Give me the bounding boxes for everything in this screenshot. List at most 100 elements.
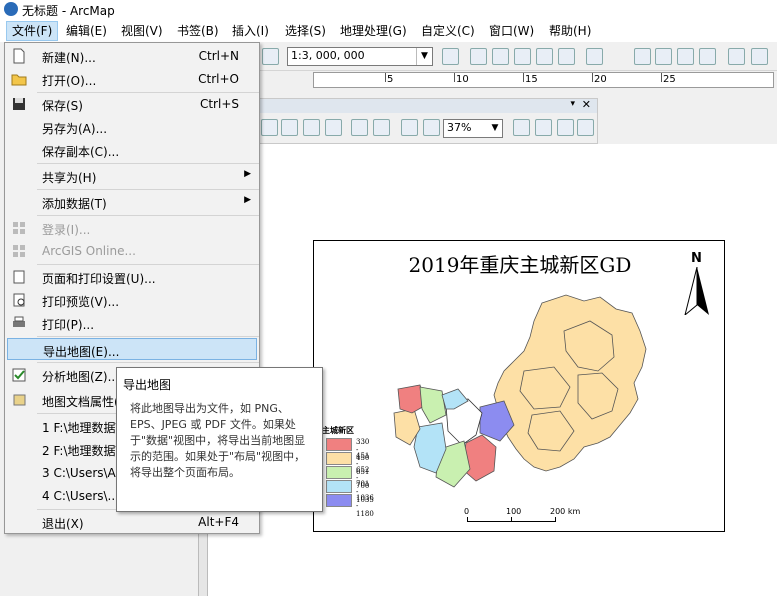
menu-windows[interactable]: 窗口(W) (484, 22, 539, 40)
menu-item-page-setup[interactable]: 页面和打印设置(U)... (7, 266, 257, 288)
map-legend[interactable]: 主城新区 330 - 450 451 - 651 652 - 700 701 -… (322, 425, 374, 518)
legend-label: 1036 - 1180 (356, 494, 374, 518)
menu-item-add-data[interactable]: 添加数据(T) ▶ (7, 191, 257, 213)
menu-item-save-copy[interactable]: 保存副本(C)... (7, 139, 257, 161)
toolbar-caption[interactable]: ▾ ✕ (259, 98, 597, 113)
menu-bookmarks[interactable]: 书签(B) (172, 22, 224, 40)
menu-item-save[interactable]: 保存(S) Ctrl+S (7, 93, 257, 115)
printer-icon (13, 316, 25, 327)
vertical-splitter[interactable] (198, 532, 208, 596)
north-arrow-icon (684, 267, 709, 315)
legend-row: 701 - 1035 (322, 478, 374, 504)
legend-swatch (326, 494, 352, 507)
data-driven-pages-icon[interactable] (577, 119, 594, 136)
tooltip-title: 导出地图 (123, 378, 172, 392)
tooltip-body: 将此地图导出为文件，如 PNG、EPS、JPEG 或 PDF 文件。如果处于"数… (130, 402, 306, 479)
fixed-zoom-out-icon[interactable] (373, 119, 390, 136)
search-window-icon[interactable] (514, 48, 531, 65)
menu-item-shortcut: Alt+F4 (198, 515, 239, 529)
open-folder-icon (11, 74, 27, 86)
menu-item-label: 打印预览(V)... (42, 295, 120, 309)
zoom-in-icon[interactable] (634, 48, 651, 65)
editor-icon[interactable] (442, 48, 459, 65)
sign-in-icon (13, 222, 25, 234)
table-window-icon[interactable] (470, 48, 487, 65)
focus-data-frame-icon[interactable] (535, 119, 552, 136)
analyze-map-icon (12, 368, 26, 382)
full-extent-icon[interactable] (699, 48, 716, 65)
pan-icon[interactable] (677, 48, 694, 65)
chevron-down-icon[interactable]: ▼ (416, 48, 432, 65)
submenu-arrow-icon: ▶ (244, 169, 251, 179)
menu-item-label: 分析地图(Z)... (42, 370, 120, 384)
arcmap-logo-icon (4, 2, 18, 16)
catalog-icon[interactable] (492, 48, 509, 65)
menu-customize[interactable]: 自定义(C) (416, 22, 480, 40)
add-data-icon[interactable] (262, 48, 279, 65)
menu-help[interactable]: 帮助(H) (544, 22, 596, 40)
menu-selection[interactable]: 选择(S) (280, 22, 331, 40)
scale-bar[interactable]: 0 100 200 km (464, 507, 584, 531)
menu-item-print[interactable]: 打印(P)... (7, 312, 257, 334)
chevron-down-icon[interactable]: ▼ (488, 120, 502, 137)
layout-pan-icon[interactable] (281, 119, 298, 136)
menu-item-arcgis-online: ArcGIS Online... (7, 240, 257, 262)
zoom-whole-page-icon[interactable] (303, 119, 320, 136)
menu-item-open[interactable]: 打开(O)... Ctrl+O (7, 68, 257, 90)
menu-edit[interactable]: 编辑(E) (61, 22, 112, 40)
zoom-out-icon[interactable] (655, 48, 672, 65)
fixed-zoom-in-icon[interactable] (728, 48, 745, 65)
toggle-draft-mode-icon[interactable] (513, 119, 530, 136)
menu-item-print-preview[interactable]: 打印预览(V)... (7, 289, 257, 311)
python-window-icon[interactable] (558, 48, 575, 65)
forward-icon[interactable] (423, 119, 440, 136)
map-title[interactable]: 2019年重庆主城新区GD (314, 249, 726, 278)
zoom-100-icon[interactable] (325, 119, 342, 136)
menu-item-export-map[interactable]: 导出地图(E)... (7, 338, 257, 360)
new-doc-icon (13, 48, 25, 64)
menu-item-share-as[interactable]: 共享为(H) ▶ (7, 165, 257, 187)
fixed-zoom-in-icon[interactable] (351, 119, 368, 136)
menu-insert[interactable]: 插入(I) (227, 22, 274, 40)
toolbar-options-icon[interactable]: ▾ (570, 99, 575, 109)
arcgis-online-icon (13, 245, 25, 257)
district-map[interactable] (384, 291, 684, 501)
change-layout-icon[interactable] (557, 119, 574, 136)
menu-view[interactable]: 视图(V) (116, 22, 168, 40)
menu-geoprocessing[interactable]: 地理处理(G) (335, 22, 412, 40)
scale-bar-label: 100 (506, 507, 522, 516)
export-map-tooltip: 导出地图 将此地图导出为文件，如 PNG、EPS、JPEG 或 PDF 文件。如… (116, 367, 323, 512)
close-icon[interactable]: ✕ (582, 98, 591, 111)
north-label: N (691, 251, 702, 266)
menu-file[interactable]: 文件(F) (6, 21, 59, 41)
layout-zoom-in-icon[interactable] (261, 119, 278, 136)
window-title: 无标题 - ArcMap (22, 4, 115, 18)
menu-item-exit[interactable]: 退出(X) Alt+F4 (7, 511, 257, 533)
back-icon[interactable] (401, 119, 418, 136)
map-scale-combo[interactable]: 1:3, 000, 000 ▼ (287, 47, 433, 66)
horizontal-ruler: 5 10 15 20 25 (313, 72, 774, 88)
menu-separator (37, 163, 259, 164)
arctoolbox-icon[interactable] (536, 48, 553, 65)
menu-item-label: 页面和打印设置(U)... (42, 272, 156, 286)
north-arrow[interactable]: N (682, 251, 712, 315)
menu-item-label: 登录(I)... (42, 223, 91, 237)
ruler-label: 25 (663, 74, 676, 85)
menu-item-label: 打开(O)... (42, 74, 97, 88)
legend-row: 330 - 450 (322, 436, 369, 462)
save-icon (13, 98, 25, 110)
menu-item-label: 共享为(H) (42, 171, 97, 185)
ruler-label: 10 (456, 74, 469, 85)
page-setup-icon (13, 270, 25, 284)
menu-item-save-as[interactable]: 另存为(A)... (7, 116, 257, 138)
legend-title: 主城新区 (322, 426, 354, 435)
map-page[interactable]: 2019年重庆主城新区GD N 主城新区 330 - 450 451 - 651… (313, 240, 725, 532)
menu-item-new[interactable]: 新建(N)... Ctrl+N (7, 45, 257, 67)
zoom-percent-combo[interactable]: 37% ▼ (443, 119, 503, 138)
model-builder-icon[interactable] (586, 48, 603, 65)
menu-item-label: 新建(N)... (42, 51, 96, 65)
legend-row: 451 - 651 (322, 450, 369, 476)
fixed-zoom-out-icon[interactable] (751, 48, 768, 65)
menu-bar: 文件(F) 编辑(E) 视图(V) 书签(B) 插入(I) 选择(S) 地理处理… (0, 20, 777, 42)
layout-toolbar: ▾ ✕ (258, 98, 598, 144)
